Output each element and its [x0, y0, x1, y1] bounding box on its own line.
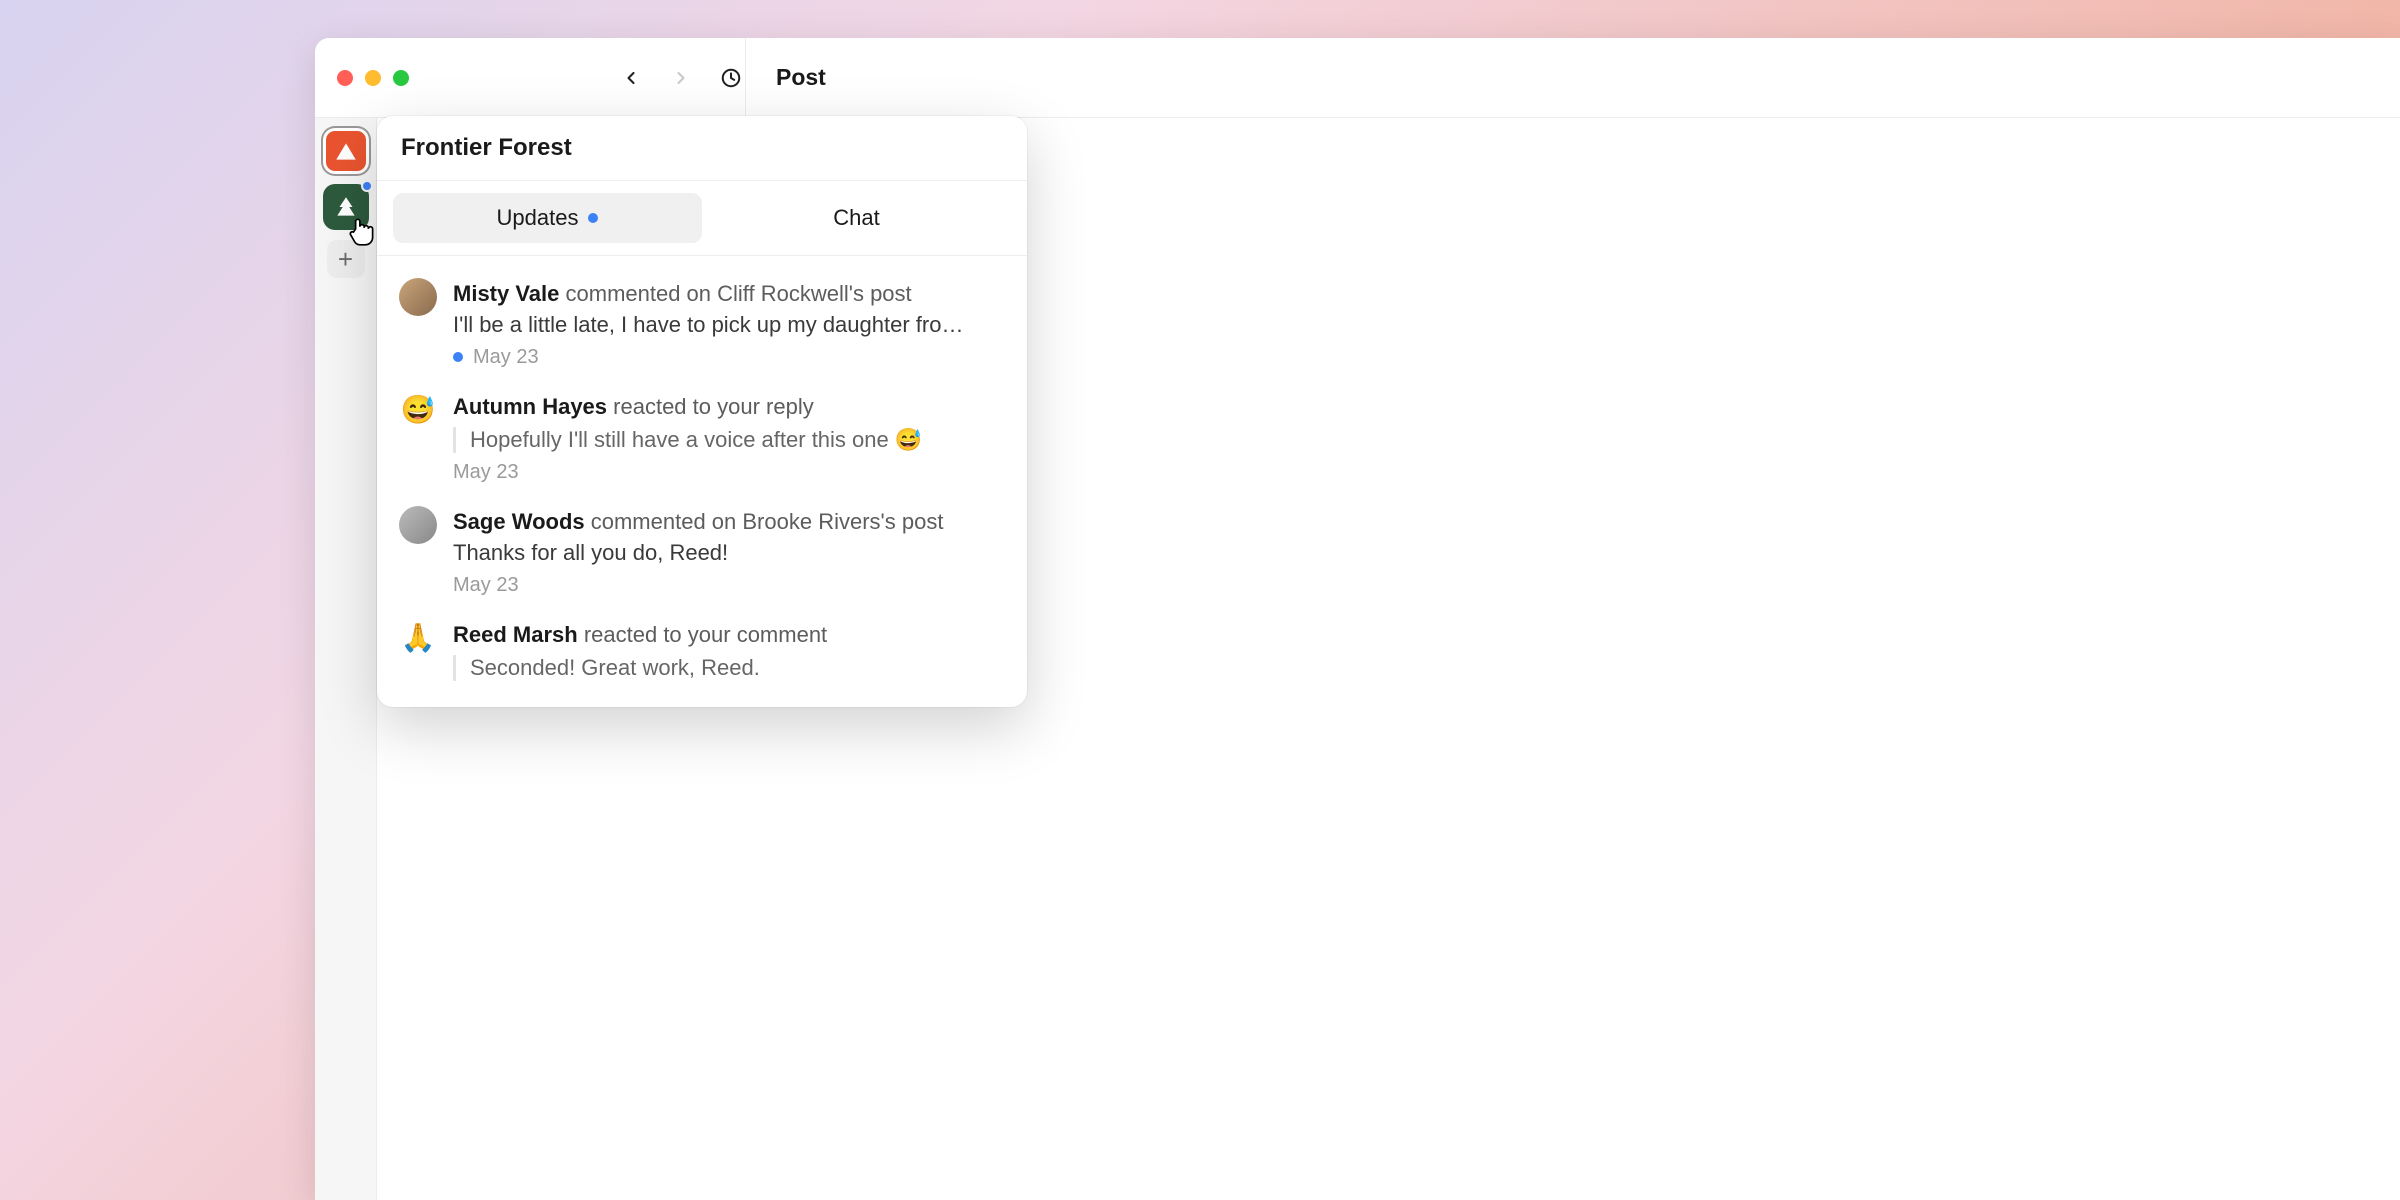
update-body: Reed Marsh reacted to your comment Secon…: [453, 619, 1005, 681]
minimize-window-button[interactable]: [365, 70, 381, 86]
update-meta: May 23: [453, 346, 1005, 369]
add-workspace-button[interactable]: +: [327, 240, 365, 278]
window-controls: [337, 70, 409, 86]
update-excerpt: Hopefully I'll still have a voice after …: [453, 427, 1005, 453]
tab-label: Updates: [497, 205, 579, 231]
workspace-item-frontier-forest[interactable]: [323, 184, 369, 230]
update-body: Misty Vale commented on Cliff Rockwell's…: [453, 278, 1005, 369]
popover-tabs: Updates Chat: [377, 181, 1027, 256]
update-item[interactable]: 🙏 Reed Marsh reacted to your comment Sec…: [377, 605, 1027, 689]
tent-icon: [333, 138, 359, 164]
avatar: [399, 506, 437, 544]
update-date: May 23: [453, 461, 519, 484]
tab-chat[interactable]: Chat: [702, 193, 1011, 243]
fullscreen-window-button[interactable]: [393, 70, 409, 86]
update-excerpt: Seconded! Great work, Reed.: [453, 655, 1005, 681]
popover-title: Frontier Forest: [377, 116, 1027, 181]
unread-dot-icon: [588, 213, 598, 223]
update-headline: Misty Vale commented on Cliff Rockwell's…: [453, 278, 1005, 310]
nav-controls: [619, 66, 743, 90]
reaction-emoji-icon: 🙏: [399, 619, 437, 657]
tab-updates[interactable]: Updates: [393, 193, 702, 243]
tab-label: Chat: [833, 205, 879, 231]
update-excerpt: I'll be a little late, I have to pick up…: [453, 312, 1005, 338]
tree-icon: [333, 194, 359, 220]
titlebar: Post: [315, 38, 2400, 118]
workspace-item-acme[interactable]: [323, 128, 369, 174]
updates-list: Misty Vale commented on Cliff Rockwell's…: [377, 256, 1027, 707]
update-action: commented on Brooke Rivers's post: [585, 509, 944, 534]
notification-dot-icon: [361, 180, 373, 192]
workspace-sidebar: +: [315, 118, 377, 1200]
update-action: reacted to your reply: [607, 394, 814, 419]
update-author: Autumn Hayes: [453, 394, 607, 419]
update-author: Misty Vale: [453, 281, 559, 306]
titlebar-left: [315, 38, 745, 117]
close-window-button[interactable]: [337, 70, 353, 86]
update-action: reacted to your comment: [578, 622, 827, 647]
update-meta: May 23: [453, 461, 1005, 484]
update-body: Sage Woods commented on Brooke Rivers's …: [453, 506, 1005, 597]
update-item[interactable]: Sage Woods commented on Brooke Rivers's …: [377, 492, 1027, 605]
update-item[interactable]: Misty Vale commented on Cliff Rockwell's…: [377, 264, 1027, 377]
history-button[interactable]: [719, 66, 743, 90]
update-date: May 23: [473, 346, 539, 369]
unread-dot-icon: [453, 352, 463, 362]
update-date: May 23: [453, 574, 519, 597]
plus-icon: +: [338, 244, 353, 275]
update-author: Sage Woods: [453, 509, 585, 534]
update-item[interactable]: 😅 Autumn Hayes reacted to your reply Hop…: [377, 377, 1027, 492]
update-headline: Reed Marsh reacted to your comment: [453, 619, 1005, 651]
page-title: Post: [745, 38, 2400, 117]
update-excerpt: Thanks for all you do, Reed!: [453, 540, 1005, 566]
nav-back-button[interactable]: [619, 66, 643, 90]
update-headline: Autumn Hayes reacted to your reply: [453, 391, 1005, 423]
update-meta: May 23: [453, 574, 1005, 597]
update-body: Autumn Hayes reacted to your reply Hopef…: [453, 391, 1005, 484]
update-headline: Sage Woods commented on Brooke Rivers's …: [453, 506, 1005, 538]
avatar: [399, 278, 437, 316]
nav-forward-button[interactable]: [669, 66, 693, 90]
reaction-emoji-icon: 😅: [399, 391, 437, 429]
update-action: commented on Cliff Rockwell's post: [559, 281, 911, 306]
workspace-popover: Frontier Forest Updates Chat Misty Vale …: [377, 116, 1027, 707]
update-author: Reed Marsh: [453, 622, 578, 647]
body-area: + Frontier Forest Updates Chat: [315, 118, 2400, 1200]
app-window: Post + Frontier Forest Updates: [315, 38, 2400, 1200]
